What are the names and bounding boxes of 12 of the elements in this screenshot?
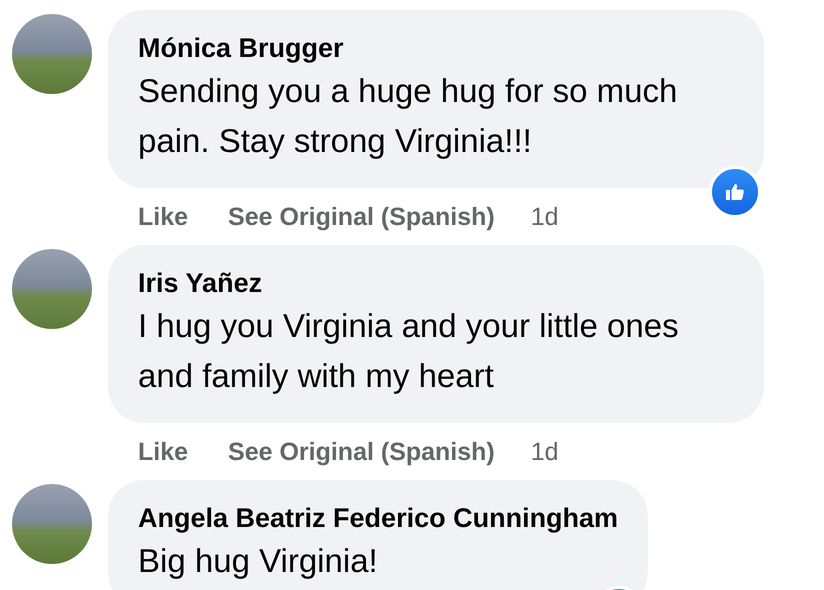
comment-time[interactable]: 1d [530,202,559,232]
comment-text: Sending you a huge hug for so much pain. Stay strong Virginia!!! [138,71,678,161]
comment-text: I hug you Virginia and your little ones and family with my heart [138,306,680,396]
comment-text: Big hug Virginia! [138,541,379,581]
like-link[interactable]: Like [138,438,188,466]
see-original-link[interactable]: See Original (Spanish) [228,438,495,466]
like-link[interactable]: Like [138,202,188,232]
see-original-link[interactable]: See Original (Spanish) [228,202,495,232]
comment-author[interactable]: Mónica Brugger [138,30,734,66]
comment-author[interactable]: Iris Yañez [138,265,734,301]
comment-author[interactable]: Angela Beatriz Federico Cunningham [138,500,618,536]
comment-time[interactable]: 1d [530,438,559,466]
